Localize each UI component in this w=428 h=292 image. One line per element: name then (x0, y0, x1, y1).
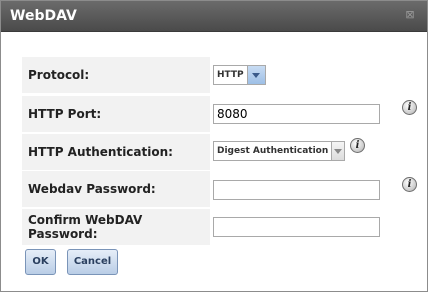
dialog-titlebar[interactable]: WebDAV ⊠ (1, 1, 427, 32)
http-auth-label: HTTP Authentication: (22, 134, 210, 170)
confirm-password-input[interactable] (213, 217, 380, 237)
chevron-down-icon[interactable] (246, 66, 265, 84)
close-icon[interactable]: ⊠ (404, 9, 416, 21)
protocol-select[interactable]: HTTP (213, 65, 266, 85)
info-icon[interactable]: i (402, 100, 417, 115)
confirm-password-label: Confirm WebDAV Password: (22, 209, 210, 245)
cancel-button[interactable]: Cancel (67, 249, 118, 275)
protocol-label: Protocol: (22, 57, 210, 93)
dialog-title: WebDAV (10, 8, 77, 24)
webdav-password-input[interactable] (213, 180, 380, 200)
chevron-down-icon[interactable] (331, 142, 344, 160)
info-icon[interactable]: i (350, 138, 365, 153)
http-auth-select-value: Digest Authentication (217, 146, 329, 156)
http-auth-select[interactable]: Digest Authentication (213, 141, 345, 161)
webdav-password-label: Webdav Password: (22, 171, 210, 207)
webdav-dialog: WebDAV ⊠ Protocol: HTTP HTTP Port: 8080 … (0, 0, 428, 292)
http-port-label: HTTP Port: (22, 96, 210, 132)
ok-button[interactable]: OK (25, 249, 56, 275)
http-port-input[interactable]: 8080 (213, 104, 380, 124)
info-icon[interactable]: i (402, 177, 417, 192)
protocol-select-value: HTTP (217, 70, 244, 80)
